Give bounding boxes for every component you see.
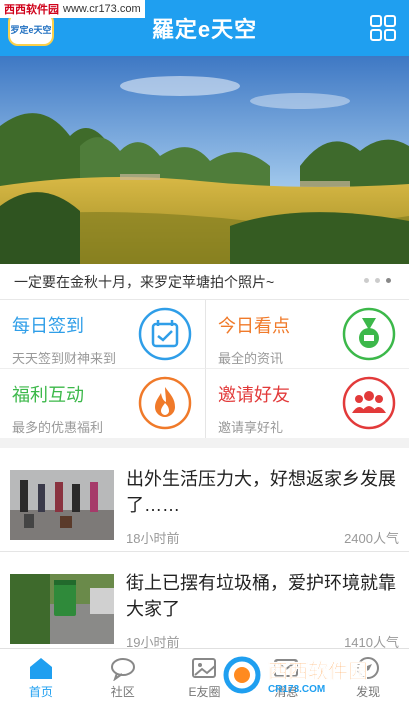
banner-image <box>0 56 409 264</box>
news-thumbnail <box>10 470 114 540</box>
feature-invite-friends[interactable]: 邀请好友 邀请享好礼 <box>205 369 409 438</box>
tab-label: E友圈 <box>188 685 221 699</box>
feature-welfare[interactable]: 福利互动 最多的优惠福利 <box>0 369 205 438</box>
watermark-logo-icon <box>223 656 261 694</box>
app-title: 羅定e天空 <box>151 17 258 42</box>
watermark-bottom-url: CR173.COM <box>268 684 326 695</box>
flame-icon <box>138 376 192 430</box>
medal-icon <box>342 307 396 361</box>
news-time: 18小时前 <box>126 531 180 546</box>
watermark-bottom-name: 西西软件园 <box>268 661 369 684</box>
calendar-check-icon <box>138 307 192 361</box>
watermark-site-url: www.cr173.com <box>63 3 141 15</box>
banner-carousel[interactable] <box>0 56 409 264</box>
tab-label: 社区 <box>110 685 135 699</box>
watermark-site-name: 西西软件园 <box>4 4 59 16</box>
feature-daily-checkin[interactable]: 每日签到 天天签到财神来到 <box>0 300 205 369</box>
home-icon <box>29 658 52 679</box>
news-title: 街上已摆有垃圾桶，爱护环境就靠大家了 <box>126 573 396 619</box>
news-views: 2400人气 <box>344 531 399 546</box>
carousel-dot-active <box>386 278 391 283</box>
grid-icon[interactable] <box>369 14 397 42</box>
chat-bubble-icon <box>110 658 135 681</box>
feature-grid: 每日签到 天天签到财神来到 今日看点 最全的资讯 福利互动 最多的优惠福利 邀请… <box>0 300 409 438</box>
app-logo-text: 罗定e天空 <box>10 24 52 35</box>
news-item[interactable]: 出外生活压力大，好想返家乡发展了…… 18小时前 2400人气 <box>0 448 409 552</box>
tab-home[interactable]: 首页 <box>0 649 82 701</box>
carousel-indicator <box>364 278 391 283</box>
news-title: 出外生活压力大，好想返家乡发展了…… <box>126 469 396 515</box>
news-item[interactable]: 街上已摆有垃圾桶，爱护环境就靠大家了 19小时前 1410人气 <box>0 552 409 656</box>
feature-today-highlights[interactable]: 今日看点 最全的资讯 <box>205 300 409 369</box>
carousel-dot <box>364 278 369 283</box>
news-thumbnail <box>10 574 114 644</box>
group-icon <box>342 376 396 430</box>
watermark-top: 西西软件园 www.cr173.com <box>0 0 145 18</box>
carousel-dot <box>375 278 380 283</box>
banner-caption: 一定要在金秋十月，来罗定苹塘拍个照片~ <box>14 273 275 290</box>
tab-label: 首页 <box>28 685 53 699</box>
news-list: 出外生活压力大，好想返家乡发展了…… 18小时前 2400人气 街上已摆有垃圾桶… <box>0 448 409 656</box>
tab-community[interactable]: 社区 <box>82 649 164 701</box>
watermark-bottom: 西西软件园 CR173.COM <box>220 652 408 698</box>
image-icon <box>192 658 217 678</box>
banner-caption-bar[interactable]: 一定要在金秋十月，来罗定苹塘拍个照片~ <box>0 264 409 300</box>
